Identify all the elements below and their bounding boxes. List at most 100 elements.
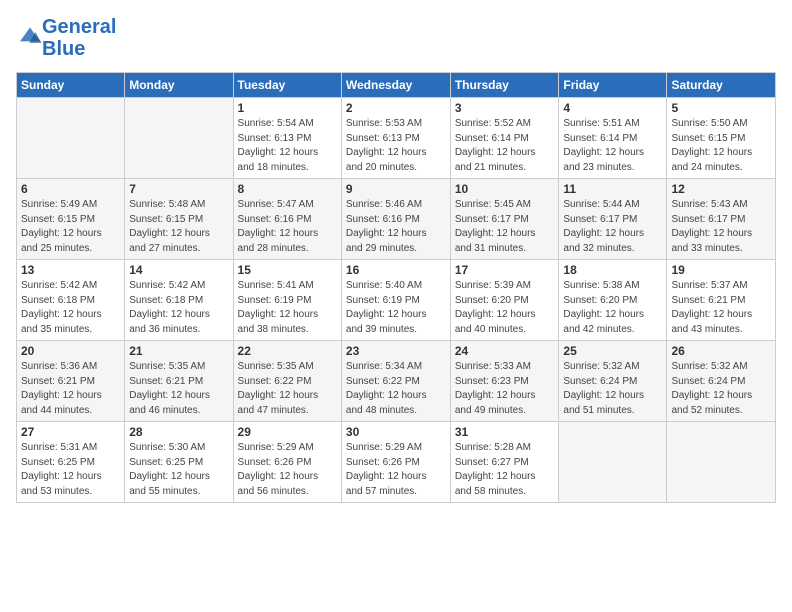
day-info: Sunrise: 5:47 AM Sunset: 6:16 PM Dayligh… <box>238 198 337 256</box>
logo-text: General Blue <box>42 16 116 60</box>
day-number: 31 <box>455 425 555 439</box>
calendar-day-29: 29 Sunrise: 5:29 AM Sunset: 6:26 PM Dayli… <box>233 422 341 503</box>
day-number: 5 <box>671 101 771 115</box>
day-number: 26 <box>671 344 771 358</box>
calendar-header-wednesday: Wednesday <box>341 73 450 98</box>
day-number: 16 <box>346 263 446 277</box>
day-info: Sunrise: 5:29 AM Sunset: 6:26 PM Dayligh… <box>346 441 446 499</box>
day-info: Sunrise: 5:53 AM Sunset: 6:13 PM Dayligh… <box>346 117 446 175</box>
day-number: 22 <box>238 344 337 358</box>
day-number: 27 <box>21 425 120 439</box>
calendar-header-tuesday: Tuesday <box>233 73 341 98</box>
day-info: Sunrise: 5:35 AM Sunset: 6:21 PM Dayligh… <box>129 360 228 418</box>
calendar-header-saturday: Saturday <box>667 73 776 98</box>
day-info: Sunrise: 5:43 AM Sunset: 6:17 PM Dayligh… <box>671 198 771 256</box>
day-number: 14 <box>129 263 228 277</box>
day-info: Sunrise: 5:33 AM Sunset: 6:23 PM Dayligh… <box>455 360 555 418</box>
day-info: Sunrise: 5:32 AM Sunset: 6:24 PM Dayligh… <box>563 360 662 418</box>
calendar-day-5: 5 Sunrise: 5:50 AM Sunset: 6:15 PM Daylig… <box>667 98 776 179</box>
calendar-day-6: 6 Sunrise: 5:49 AM Sunset: 6:15 PM Daylig… <box>17 179 125 260</box>
day-info: Sunrise: 5:50 AM Sunset: 6:15 PM Dayligh… <box>671 117 771 175</box>
calendar-week-row: 13Sunrise: 5:42 AM Sunset: 6:18 PM Dayli… <box>17 260 776 341</box>
page-header: General Blue <box>16 16 776 60</box>
day-number: 23 <box>346 344 446 358</box>
day-number: 28 <box>129 425 228 439</box>
day-number: 1 <box>238 101 337 115</box>
calendar-day-7: 7 Sunrise: 5:48 AM Sunset: 6:15 PM Daylig… <box>125 179 233 260</box>
day-number: 19 <box>671 263 771 277</box>
day-info: Sunrise: 5:28 AM Sunset: 6:27 PM Dayligh… <box>455 441 555 499</box>
day-info: Sunrise: 5:30 AM Sunset: 6:25 PM Dayligh… <box>129 441 228 499</box>
day-number: 25 <box>563 344 662 358</box>
day-info: Sunrise: 5:49 AM Sunset: 6:15 PM Dayligh… <box>21 198 120 256</box>
calendar-day-3: 3 Sunrise: 5:52 AM Sunset: 6:14 PM Daylig… <box>450 98 559 179</box>
calendar-day-empty <box>667 422 776 503</box>
calendar-header-friday: Friday <box>559 73 667 98</box>
day-number: 10 <box>455 182 555 196</box>
day-info: Sunrise: 5:34 AM Sunset: 6:22 PM Dayligh… <box>346 360 446 418</box>
day-info: Sunrise: 5:46 AM Sunset: 6:16 PM Dayligh… <box>346 198 446 256</box>
calendar-table: SundayMondayTuesdayWednesdayThursdayFrid… <box>16 72 776 503</box>
calendar-day-10: 10Sunrise: 5:45 AM Sunset: 6:17 PM Dayli… <box>450 179 559 260</box>
day-info: Sunrise: 5:31 AM Sunset: 6:25 PM Dayligh… <box>21 441 120 499</box>
calendar-day-empty <box>125 98 233 179</box>
day-info: Sunrise: 5:32 AM Sunset: 6:24 PM Dayligh… <box>671 360 771 418</box>
day-number: 29 <box>238 425 337 439</box>
calendar-day-25: 25 Sunrise: 5:32 AM Sunset: 6:24 PM Dayli… <box>559 341 667 422</box>
day-number: 21 <box>129 344 228 358</box>
calendar-day-empty <box>17 98 125 179</box>
day-info: Sunrise: 5:48 AM Sunset: 6:15 PM Dayligh… <box>129 198 228 256</box>
day-info: Sunrise: 5:41 AM Sunset: 6:19 PM Dayligh… <box>238 279 337 337</box>
day-number: 12 <box>671 182 771 196</box>
day-number: 11 <box>563 182 662 196</box>
day-info: Sunrise: 5:40 AM Sunset: 6:19 PM Dayligh… <box>346 279 446 337</box>
day-info: Sunrise: 5:51 AM Sunset: 6:14 PM Dayligh… <box>563 117 662 175</box>
calendar-day-12: 12 Sunrise: 5:43 AM Sunset: 6:17 PM Dayli… <box>667 179 776 260</box>
calendar-day-19: 19Sunrise: 5:37 AM Sunset: 6:21 PM Dayli… <box>667 260 776 341</box>
calendar-header-monday: Monday <box>125 73 233 98</box>
day-number: 8 <box>238 182 337 196</box>
calendar-day-27: 27 Sunrise: 5:31 AM Sunset: 6:25 PM Dayli… <box>17 422 125 503</box>
day-info: Sunrise: 5:42 AM Sunset: 6:18 PM Dayligh… <box>129 279 228 337</box>
day-info: Sunrise: 5:44 AM Sunset: 6:17 PM Dayligh… <box>563 198 662 256</box>
day-info: Sunrise: 5:35 AM Sunset: 6:22 PM Dayligh… <box>238 360 337 418</box>
calendar-day-24: 24 Sunrise: 5:33 AM Sunset: 6:23 PM Dayli… <box>450 341 559 422</box>
calendar-header-sunday: Sunday <box>17 73 125 98</box>
day-info: Sunrise: 5:42 AM Sunset: 6:18 PM Dayligh… <box>21 279 120 337</box>
day-number: 6 <box>21 182 120 196</box>
day-info: Sunrise: 5:38 AM Sunset: 6:20 PM Dayligh… <box>563 279 662 337</box>
calendar-week-row: 1 Sunrise: 5:54 AM Sunset: 6:13 PM Daylig… <box>17 98 776 179</box>
calendar-week-row: 20 Sunrise: 5:36 AM Sunset: 6:21 PM Dayli… <box>17 341 776 422</box>
calendar-day-31: 31 Sunrise: 5:28 AM Sunset: 6:27 PM Dayli… <box>450 422 559 503</box>
logo-icon <box>18 26 42 46</box>
calendar-header-thursday: Thursday <box>450 73 559 98</box>
day-info: Sunrise: 5:39 AM Sunset: 6:20 PM Dayligh… <box>455 279 555 337</box>
calendar-day-13: 13Sunrise: 5:42 AM Sunset: 6:18 PM Dayli… <box>17 260 125 341</box>
day-number: 30 <box>346 425 446 439</box>
calendar-day-8: 8 Sunrise: 5:47 AM Sunset: 6:16 PM Daylig… <box>233 179 341 260</box>
day-info: Sunrise: 5:54 AM Sunset: 6:13 PM Dayligh… <box>238 117 337 175</box>
day-number: 7 <box>129 182 228 196</box>
day-number: 9 <box>346 182 446 196</box>
calendar-day-2: 2Sunrise: 5:53 AM Sunset: 6:13 PM Daylig… <box>341 98 450 179</box>
day-number: 15 <box>238 263 337 277</box>
day-number: 20 <box>21 344 120 358</box>
calendar-day-17: 17Sunrise: 5:39 AM Sunset: 6:20 PM Dayli… <box>450 260 559 341</box>
calendar-day-20: 20 Sunrise: 5:36 AM Sunset: 6:21 PM Dayli… <box>17 341 125 422</box>
day-info: Sunrise: 5:36 AM Sunset: 6:21 PM Dayligh… <box>21 360 120 418</box>
day-number: 24 <box>455 344 555 358</box>
calendar-day-30: 30 Sunrise: 5:29 AM Sunset: 6:26 PM Dayli… <box>341 422 450 503</box>
calendar-day-21: 21 Sunrise: 5:35 AM Sunset: 6:21 PM Dayli… <box>125 341 233 422</box>
day-info: Sunrise: 5:29 AM Sunset: 6:26 PM Dayligh… <box>238 441 337 499</box>
calendar-day-empty <box>559 422 667 503</box>
calendar-header-row: SundayMondayTuesdayWednesdayThursdayFrid… <box>17 73 776 98</box>
calendar-day-4: 4Sunrise: 5:51 AM Sunset: 6:14 PM Daylig… <box>559 98 667 179</box>
calendar-week-row: 6 Sunrise: 5:49 AM Sunset: 6:15 PM Daylig… <box>17 179 776 260</box>
day-number: 18 <box>563 263 662 277</box>
day-number: 3 <box>455 101 555 115</box>
day-info: Sunrise: 5:52 AM Sunset: 6:14 PM Dayligh… <box>455 117 555 175</box>
calendar-day-9: 9 Sunrise: 5:46 AM Sunset: 6:16 PM Daylig… <box>341 179 450 260</box>
calendar-day-11: 11 Sunrise: 5:44 AM Sunset: 6:17 PM Dayli… <box>559 179 667 260</box>
calendar-week-row: 27 Sunrise: 5:31 AM Sunset: 6:25 PM Dayli… <box>17 422 776 503</box>
calendar-day-18: 18 Sunrise: 5:38 AM Sunset: 6:20 PM Dayli… <box>559 260 667 341</box>
